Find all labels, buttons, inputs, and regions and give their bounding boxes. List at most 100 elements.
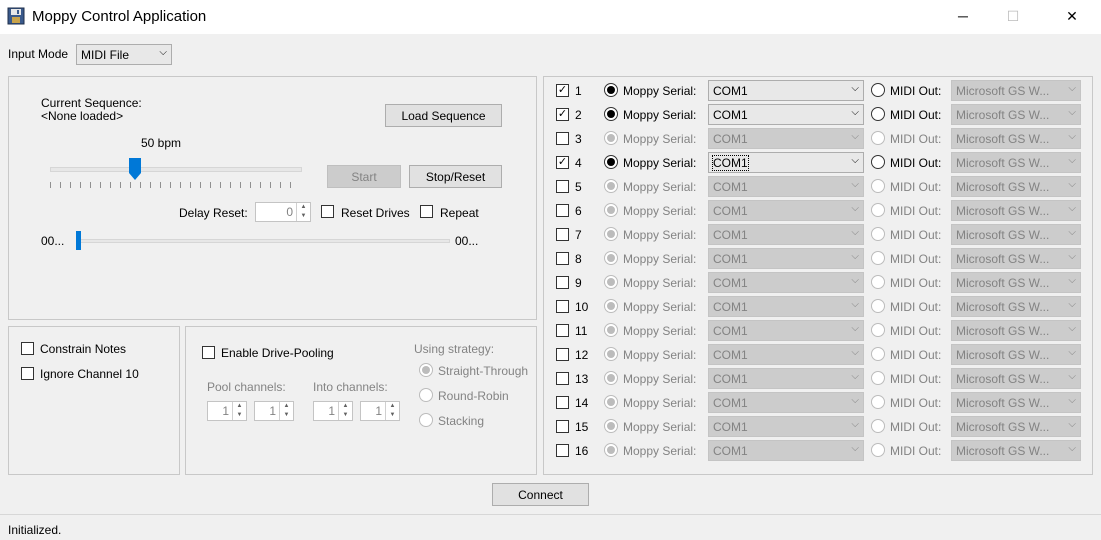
repeat-checkbox[interactable]: [420, 205, 433, 218]
moppy-serial-radio-2[interactable]: [604, 107, 618, 121]
channel-checkbox-10[interactable]: [556, 300, 569, 313]
midi-out-select-1[interactable]: Microsoft GS W... ⌵: [951, 80, 1081, 101]
midi-out-select-9[interactable]: Microsoft GS W... ⌵: [951, 272, 1081, 293]
channel-checkbox-8[interactable]: [556, 252, 569, 265]
midi-out-radio-4[interactable]: [871, 155, 885, 169]
midi-out-radio-1[interactable]: [871, 83, 885, 97]
moppy-serial-radio-16[interactable]: [604, 443, 618, 457]
midi-out-select-10[interactable]: Microsoft GS W... ⌵: [951, 296, 1081, 317]
moppy-serial-select-16[interactable]: COM1 ⌵: [708, 440, 864, 461]
midi-out-radio-12[interactable]: [871, 347, 885, 361]
moppy-serial-radio-7[interactable]: [604, 227, 618, 241]
midi-out-radio-10[interactable]: [871, 299, 885, 313]
midi-out-radio-3[interactable]: [871, 131, 885, 145]
channel-checkbox-4[interactable]: ✓: [556, 156, 569, 169]
into-from-spinner[interactable]: 1 ▲ ▼: [313, 401, 353, 421]
midi-out-select-5[interactable]: Microsoft GS W... ⌵: [951, 176, 1081, 197]
moppy-serial-select-6[interactable]: COM1 ⌵: [708, 200, 864, 221]
midi-out-select-3[interactable]: Microsoft GS W... ⌵: [951, 128, 1081, 149]
midi-out-radio-6[interactable]: [871, 203, 885, 217]
reset-drives-checkbox[interactable]: [321, 205, 334, 218]
moppy-serial-radio-4[interactable]: [604, 155, 618, 169]
spin-down-icon[interactable]: ▼: [339, 411, 352, 420]
connect-button[interactable]: Connect: [492, 483, 589, 506]
enable-pooling-checkbox[interactable]: [202, 346, 215, 359]
moppy-serial-select-13[interactable]: COM1 ⌵: [708, 368, 864, 389]
ignore-channel-checkbox[interactable]: [21, 367, 34, 380]
midi-out-radio-5[interactable]: [871, 179, 885, 193]
pool-from-spinner[interactable]: 1 ▲ ▼: [207, 401, 247, 421]
moppy-serial-select-7[interactable]: COM1 ⌵: [708, 224, 864, 245]
moppy-serial-select-4[interactable]: COM1 ⌵: [708, 152, 864, 173]
channel-checkbox-2[interactable]: ✓: [556, 108, 569, 121]
midi-out-select-8[interactable]: Microsoft GS W... ⌵: [951, 248, 1081, 269]
channel-checkbox-15[interactable]: [556, 420, 569, 433]
midi-out-select-4[interactable]: Microsoft GS W... ⌵: [951, 152, 1081, 173]
moppy-serial-select-15[interactable]: COM1 ⌵: [708, 416, 864, 437]
stop-reset-button[interactable]: Stop/Reset: [409, 165, 502, 188]
moppy-serial-radio-5[interactable]: [604, 179, 618, 193]
moppy-serial-radio-8[interactable]: [604, 251, 618, 265]
spin-down-icon[interactable]: ▼: [386, 411, 399, 420]
strategy-radio-1[interactable]: [419, 388, 433, 402]
load-sequence-button[interactable]: Load Sequence: [385, 104, 502, 127]
channel-checkbox-13[interactable]: [556, 372, 569, 385]
moppy-serial-select-14[interactable]: COM1 ⌵: [708, 392, 864, 413]
midi-out-select-6[interactable]: Microsoft GS W... ⌵: [951, 200, 1081, 221]
moppy-serial-select-1[interactable]: COM1 ⌵: [708, 80, 864, 101]
midi-out-radio-2[interactable]: [871, 107, 885, 121]
midi-out-radio-13[interactable]: [871, 371, 885, 385]
moppy-serial-select-11[interactable]: COM1 ⌵: [708, 320, 864, 341]
midi-out-radio-15[interactable]: [871, 419, 885, 433]
spin-up-icon[interactable]: ▲: [339, 402, 352, 411]
strategy-radio-2[interactable]: [419, 413, 433, 427]
start-button[interactable]: Start: [327, 165, 401, 188]
pool-to-spinner[interactable]: 1 ▲ ▼: [254, 401, 294, 421]
spin-up-icon[interactable]: ▲: [280, 402, 293, 411]
constrain-notes-checkbox[interactable]: [21, 342, 34, 355]
midi-out-select-7[interactable]: Microsoft GS W... ⌵: [951, 224, 1081, 245]
moppy-serial-radio-14[interactable]: [604, 395, 618, 409]
tempo-slider-thumb[interactable]: [129, 158, 141, 180]
tempo-slider[interactable]: [50, 158, 302, 194]
moppy-serial-select-10[interactable]: COM1 ⌵: [708, 296, 864, 317]
moppy-serial-select-5[interactable]: COM1 ⌵: [708, 176, 864, 197]
moppy-serial-select-3[interactable]: COM1 ⌵: [708, 128, 864, 149]
minimize-button[interactable]: ─: [940, 0, 986, 32]
midi-out-select-14[interactable]: Microsoft GS W... ⌵: [951, 392, 1081, 413]
midi-out-radio-14[interactable]: [871, 395, 885, 409]
spin-up-icon[interactable]: ▲: [233, 402, 246, 411]
channel-checkbox-1[interactable]: ✓: [556, 84, 569, 97]
position-slider[interactable]: [76, 230, 450, 252]
channel-checkbox-3[interactable]: [556, 132, 569, 145]
midi-out-select-15[interactable]: Microsoft GS W... ⌵: [951, 416, 1081, 437]
channel-checkbox-7[interactable]: [556, 228, 569, 241]
midi-out-radio-11[interactable]: [871, 323, 885, 337]
midi-out-radio-16[interactable]: [871, 443, 885, 457]
midi-out-radio-8[interactable]: [871, 251, 885, 265]
moppy-serial-radio-1[interactable]: [604, 83, 618, 97]
maximize-button[interactable]: ☐: [990, 0, 1036, 32]
midi-out-select-12[interactable]: Microsoft GS W... ⌵: [951, 344, 1081, 365]
position-slider-thumb[interactable]: [76, 231, 81, 250]
channel-checkbox-6[interactable]: [556, 204, 569, 217]
spin-up-icon[interactable]: ▲: [386, 402, 399, 411]
moppy-serial-radio-6[interactable]: [604, 203, 618, 217]
midi-out-select-2[interactable]: Microsoft GS W... ⌵: [951, 104, 1081, 125]
moppy-serial-radio-11[interactable]: [604, 323, 618, 337]
midi-out-radio-7[interactable]: [871, 227, 885, 241]
moppy-serial-radio-15[interactable]: [604, 419, 618, 433]
moppy-serial-select-2[interactable]: COM1 ⌵: [708, 104, 864, 125]
midi-out-radio-9[interactable]: [871, 275, 885, 289]
channel-checkbox-5[interactable]: [556, 180, 569, 193]
moppy-serial-select-8[interactable]: COM1 ⌵: [708, 248, 864, 269]
spin-down-icon[interactable]: ▼: [280, 411, 293, 420]
input-mode-select[interactable]: MIDI File ⌵: [76, 44, 172, 65]
midi-out-select-16[interactable]: Microsoft GS W... ⌵: [951, 440, 1081, 461]
channel-checkbox-16[interactable]: [556, 444, 569, 457]
moppy-serial-select-12[interactable]: COM1 ⌵: [708, 344, 864, 365]
strategy-radio-0[interactable]: [419, 363, 433, 377]
close-button[interactable]: ✕: [1049, 0, 1095, 32]
midi-out-select-13[interactable]: Microsoft GS W... ⌵: [951, 368, 1081, 389]
spin-down-icon[interactable]: ▼: [233, 411, 246, 420]
